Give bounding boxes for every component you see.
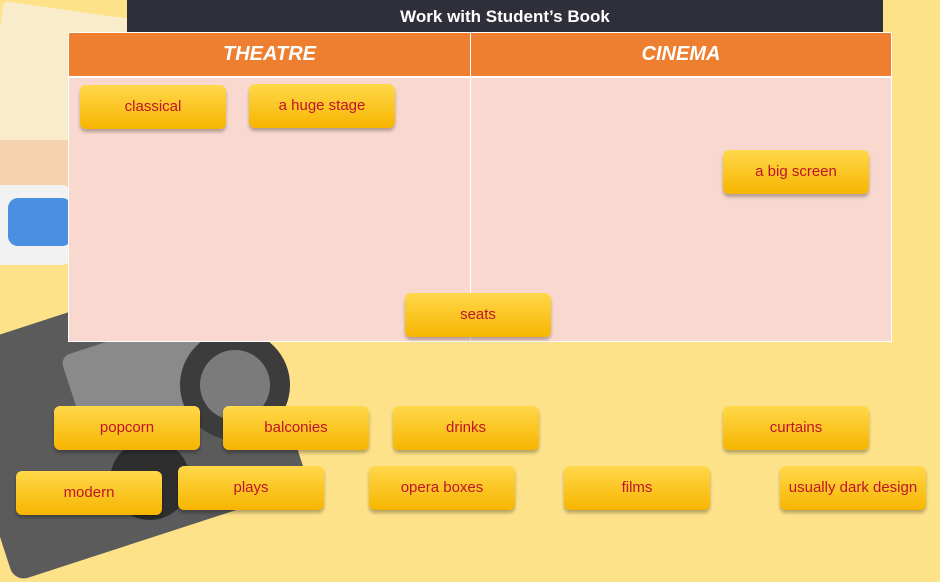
cinema-column-heading: CINEMA	[471, 33, 891, 76]
card-drinks[interactable]: drinks	[393, 406, 539, 450]
card-a-huge-stage[interactable]: a huge stage	[249, 84, 395, 128]
card-a-big-screen[interactable]: a big screen	[723, 150, 869, 194]
theatre-column-heading: THEATRE	[69, 33, 470, 76]
card-opera-boxes[interactable]: opera boxes	[369, 466, 515, 510]
card-usually-dark-design[interactable]: usually dark design	[780, 466, 926, 510]
page-title: Work with Student’s Book	[127, 0, 883, 33]
card-popcorn[interactable]: popcorn	[54, 406, 200, 450]
card-classical[interactable]: classical	[80, 85, 226, 129]
card-curtains[interactable]: curtains	[723, 406, 869, 450]
card-balconies[interactable]: balconies	[223, 406, 369, 450]
card-plays[interactable]: plays	[178, 466, 324, 510]
card-modern[interactable]: modern	[16, 471, 162, 515]
3d-glasses-lens-decoration	[8, 198, 72, 246]
card-seats[interactable]: seats	[405, 293, 551, 337]
card-films[interactable]: films	[564, 466, 710, 510]
heading-divider	[69, 76, 891, 78]
